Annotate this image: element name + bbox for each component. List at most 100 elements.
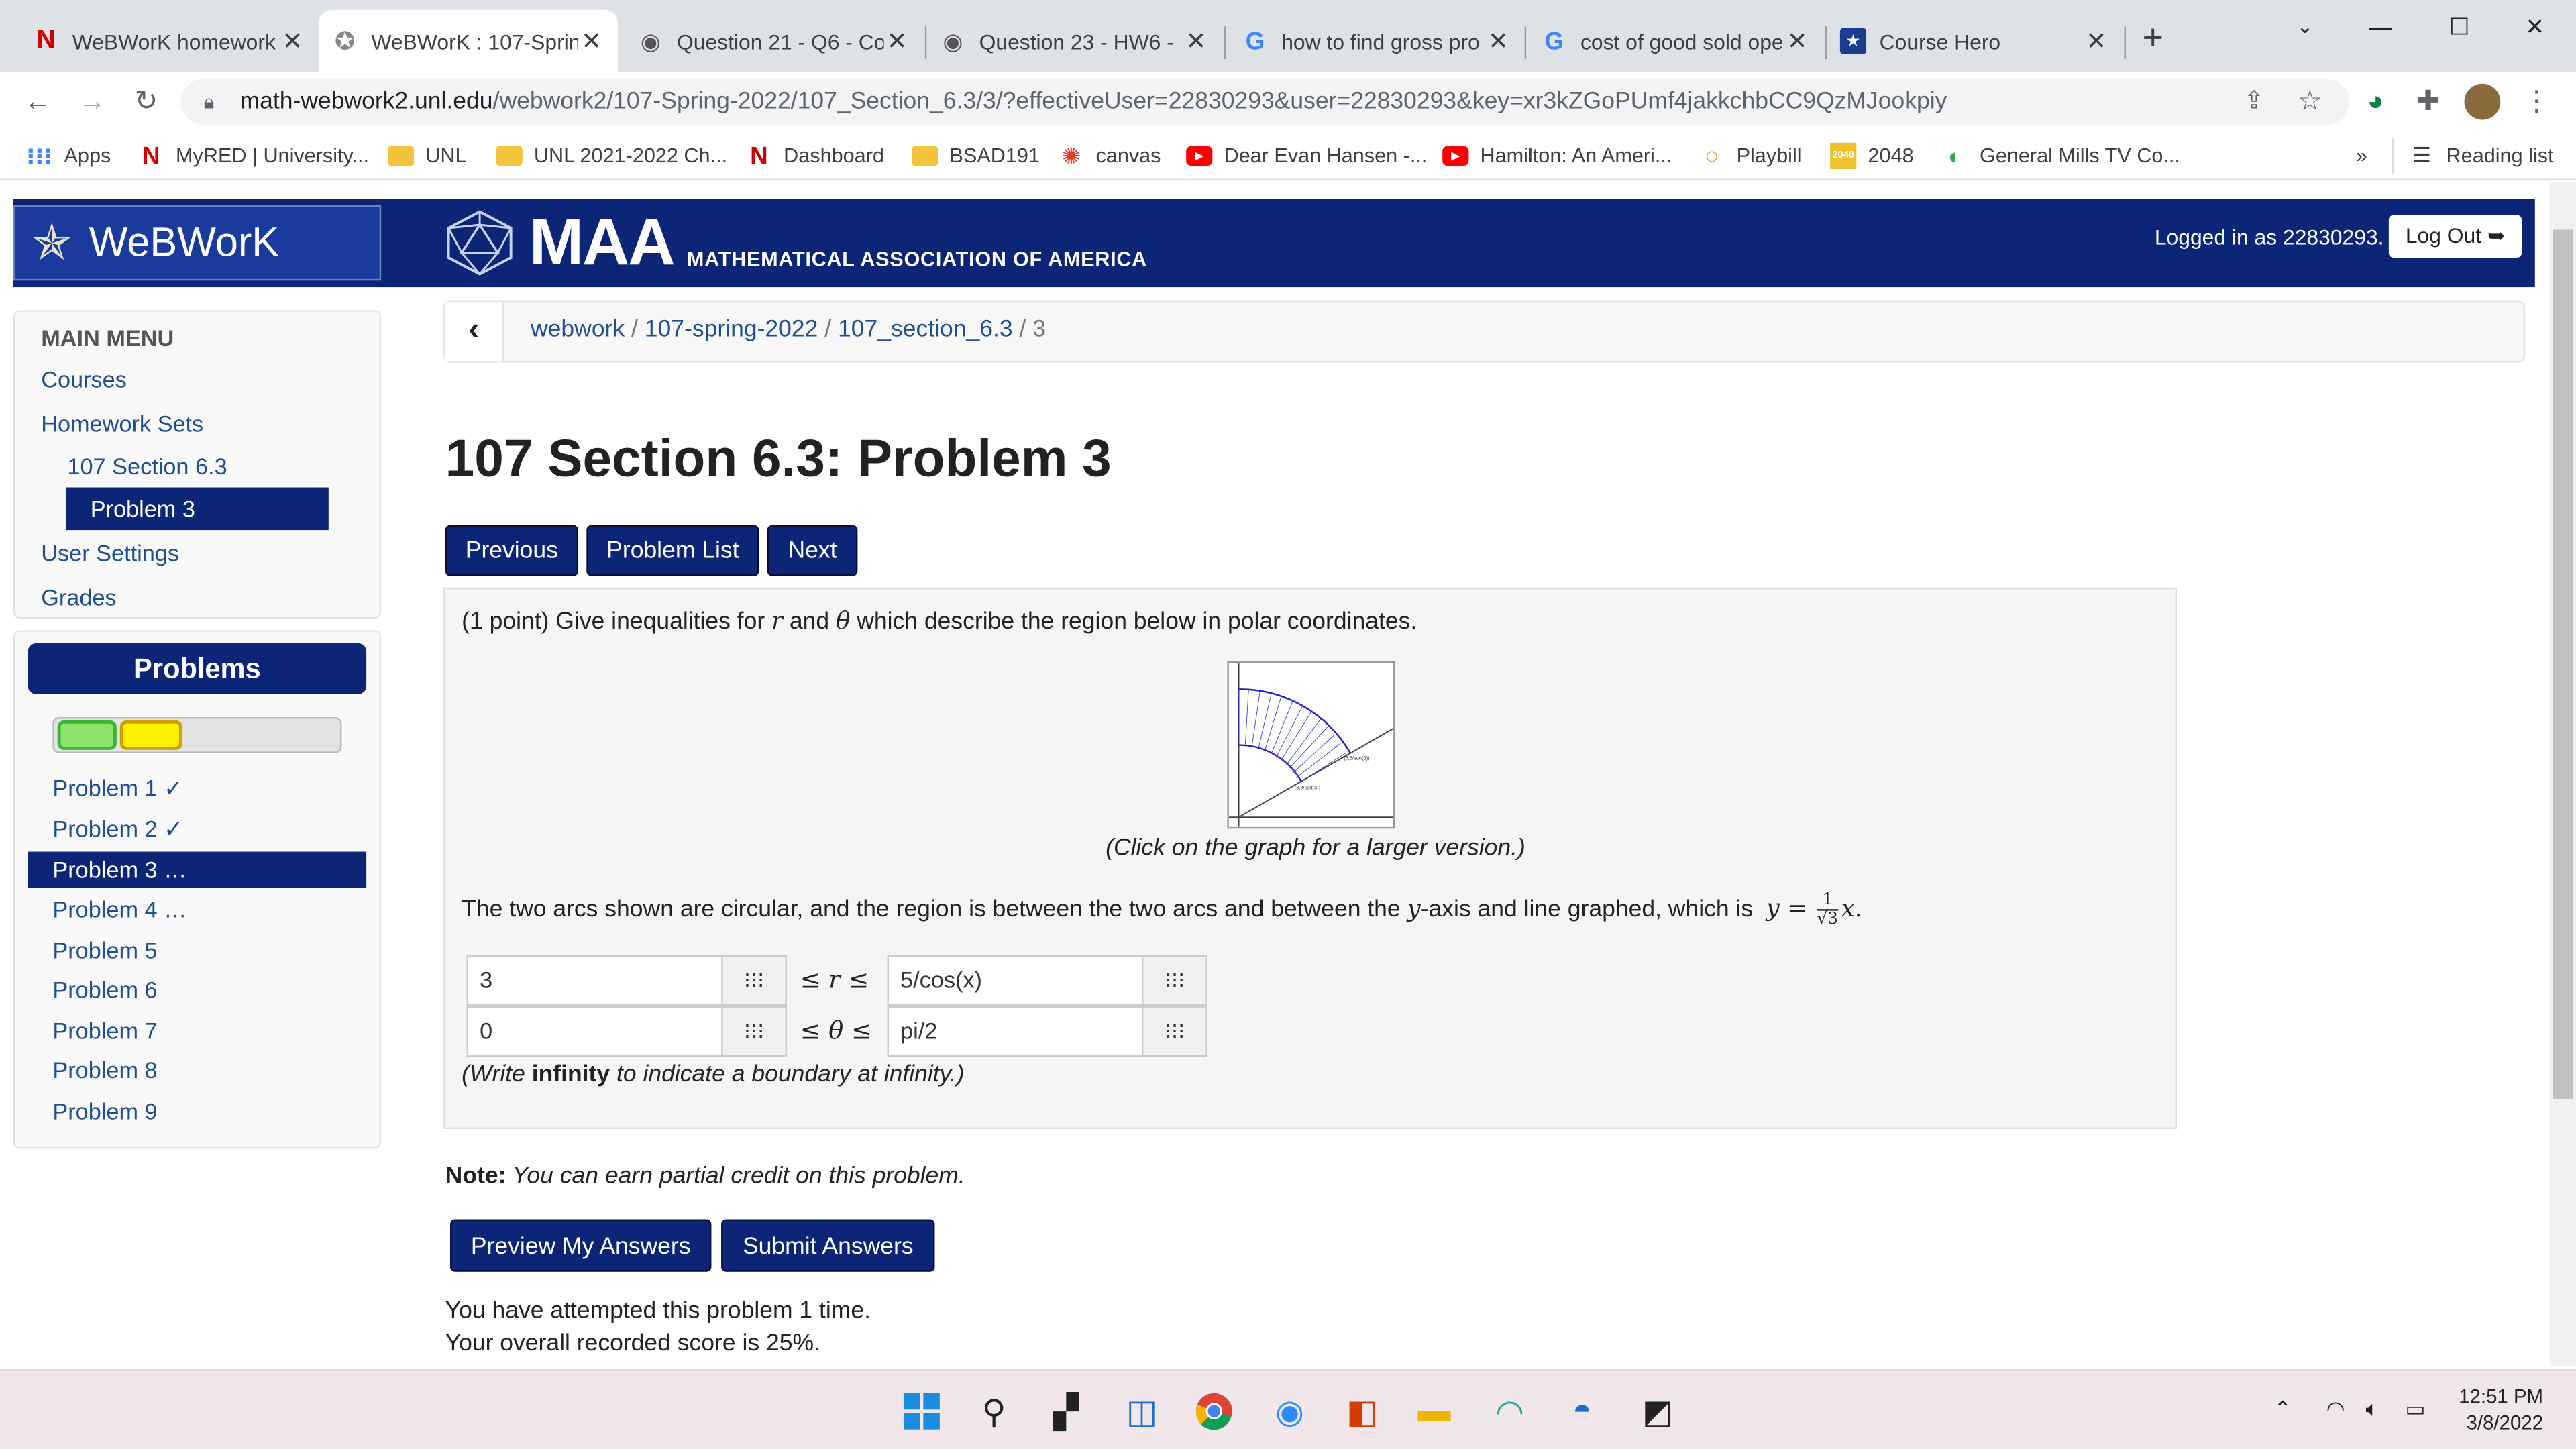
reading-list[interactable]: ☰ Reading list	[2408, 141, 2554, 170]
bookmark-apps[interactable]: ⁝⁝⁝ Apps	[26, 141, 111, 170]
canvas-icon: ✺	[1061, 142, 1081, 168]
task-view-icon[interactable]: ▞	[1042, 1387, 1091, 1436]
clock[interactable]: 12:51 PM 3/8/2022	[2459, 1383, 2543, 1436]
menu-dots-icon[interactable]: ⋮	[2520, 85, 2553, 118]
problem-link-4[interactable]: Problem 4 …	[28, 891, 366, 927]
tab-question-23[interactable]: ◉ Question 23 - HW6 - ✕	[926, 10, 1222, 72]
bookmark-hamilton[interactable]: ▶ Hamilton: An Ameri...	[1442, 141, 1672, 170]
search-icon[interactable]: ⚲	[969, 1387, 1018, 1436]
office-icon[interactable]: ◧	[1337, 1387, 1386, 1436]
logout-button[interactable]: Log Out ➥	[2389, 215, 2522, 258]
preview-answers-button[interactable]: Preview My Answers	[450, 1219, 712, 1272]
file-explorer-icon[interactable]: ▬	[1409, 1387, 1458, 1436]
menu-user-settings[interactable]: User Settings	[41, 540, 179, 566]
app-active-icon[interactable]: ◓	[1558, 1387, 1607, 1436]
problem-list-button[interactable]: Problem List	[586, 525, 759, 576]
window-close-icon[interactable]: ✕	[2497, 0, 2573, 52]
tab-course-hero[interactable]: ★ Course Hero ✕	[1827, 10, 2123, 72]
equation-editor-icon[interactable]: ⁝⁝⁝	[1142, 1006, 1208, 1057]
address-bar[interactable]: 🔒︎ math-webwork2.unl.edu/webwork2/107-Sp…	[180, 78, 2350, 125]
bookmark-2048[interactable]: 2048 2048	[1830, 141, 1914, 170]
problem-link-5[interactable]: Problem 5	[28, 932, 366, 968]
minimize-icon[interactable]: —	[2343, 0, 2418, 52]
zoom-icon[interactable]: ◉	[1265, 1387, 1314, 1436]
windows-start-icon[interactable]	[897, 1387, 946, 1436]
tab-google-cost-goods[interactable]: G cost of good sold ope ✕	[1528, 10, 1824, 72]
bookmark-star-icon[interactable]: ☆	[2294, 85, 2326, 118]
polar-region-graph[interactable]: (5,5/sqrt(3)) (3,3/sqrt(3))	[1227, 661, 1395, 829]
close-icon[interactable]: ✕	[1485, 26, 1511, 56]
wifi-icon[interactable]: ◠	[2326, 1397, 2345, 1423]
globe-icon: ◉	[640, 27, 661, 54]
app-icon[interactable]: ◠	[1485, 1387, 1534, 1436]
submit-answers-button[interactable]: Submit Answers	[721, 1219, 935, 1272]
equation-editor-icon[interactable]: ⁝⁝⁝	[721, 955, 788, 1006]
reload-icon[interactable]: ↻	[129, 85, 162, 118]
avatar[interactable]	[2464, 83, 2501, 120]
problem-link-6[interactable]: Problem 6	[28, 971, 366, 1008]
problem-link-3[interactable]: Problem 3 …	[28, 851, 367, 888]
forward-arrow-icon[interactable]: →	[76, 85, 109, 118]
extension-icon[interactable]: ◕	[2359, 85, 2392, 118]
next-button[interactable]: Next	[767, 525, 858, 576]
sticky-notes-icon[interactable]: ◩	[1633, 1387, 1682, 1436]
webwork-logo[interactable]: ✯ WeBWorK	[13, 205, 382, 281]
puzzle-icon[interactable]: ✚	[2412, 85, 2445, 118]
menu-problem-active[interactable]: Problem 3	[65, 487, 329, 531]
problem-link-9[interactable]: Problem 9	[28, 1093, 366, 1129]
bookmark-dear-evan[interactable]: ▶ Dear Evan Hansen -...	[1186, 141, 1427, 170]
close-icon[interactable]: ✕	[2083, 26, 2109, 56]
close-icon[interactable]: ✕	[279, 26, 305, 56]
folder-icon	[387, 146, 415, 166]
tab-question-21[interactable]: ◉ Question 21 - Q6 - Co ✕	[625, 10, 924, 72]
r-upper-input[interactable]: 5/cos(x)	[887, 955, 1144, 1006]
bookmark-playbill[interactable]: ○ Playbill	[1699, 141, 1802, 170]
crumb-course[interactable]: 107-spring-2022	[645, 317, 818, 343]
tray-chevron-icon[interactable]: ⌃	[2273, 1397, 2292, 1423]
scrollbar-thumb[interactable]	[2553, 229, 2573, 1099]
theta-lower-input[interactable]: 0	[466, 1006, 723, 1057]
previous-button[interactable]: Previous	[445, 525, 579, 576]
tab-google-gross-profit[interactable]: G how to find gross pro ✕	[1229, 10, 1525, 72]
maximize-icon[interactable]: ☐	[2422, 0, 2498, 52]
close-icon[interactable]: ✕	[1183, 26, 1209, 56]
chrome-icon[interactable]	[1189, 1387, 1238, 1436]
crumb-set[interactable]: 107_section_6.3	[838, 317, 1013, 343]
close-icon[interactable]: ✕	[884, 26, 910, 56]
widgets-icon[interactable]: ◫	[1117, 1387, 1166, 1436]
tab-webwork-107[interactable]: ✪ WeBWorK : 107-Spring ✕	[319, 9, 618, 72]
problem-link-8[interactable]: Problem 8	[28, 1052, 366, 1088]
menu-section[interactable]: 107 Section 6.3	[67, 453, 227, 479]
bookmark-general-mills[interactable]: ◐ General Mills TV Co...	[1942, 141, 2180, 170]
close-icon[interactable]: ✕	[578, 26, 604, 56]
problem-link-7[interactable]: Problem 7	[28, 1012, 366, 1049]
menu-grades[interactable]: Grades	[41, 584, 116, 610]
theta-upper-input[interactable]: pi/2	[887, 1006, 1144, 1057]
bookmark-myred[interactable]: N MyRED | University...	[138, 141, 369, 170]
crumb-webwork[interactable]: webwork	[531, 317, 625, 343]
problem-link-1[interactable]: Problem 1 ✓	[28, 769, 366, 806]
problem-link-2[interactable]: Problem 2 ✓	[28, 810, 366, 847]
bookmark-bsad191[interactable]: BSAD191	[912, 141, 1040, 170]
bookmarks-overflow[interactable]: »	[2356, 141, 2367, 170]
equation-editor-icon[interactable]: ⁝⁝⁝	[721, 1006, 788, 1057]
menu-courses[interactable]: Courses	[41, 366, 127, 392]
bookmark-unl-2021[interactable]: UNL 2021-2022 Ch...	[496, 141, 727, 170]
tab-webwork-homework[interactable]: N WeBWorK homework ✕	[19, 10, 319, 72]
volume-icon[interactable]: 🔈︎	[2366, 1397, 2379, 1423]
tab-title: Question 21 - Q6 - Co	[676, 28, 884, 54]
r-lower-input[interactable]: 3	[466, 955, 723, 1006]
battery-icon[interactable]: ▭	[2405, 1397, 2425, 1423]
tab-search-icon[interactable]: ⌄	[2267, 0, 2343, 52]
chevron-left-icon[interactable]: ‹	[445, 302, 504, 362]
bookmark-canvas[interactable]: ✺ canvas	[1058, 141, 1161, 170]
close-icon[interactable]: ✕	[1784, 26, 1811, 56]
menu-homework-sets[interactable]: Homework Sets	[41, 411, 203, 437]
bookmark-unl[interactable]: UNL	[387, 141, 467, 170]
maa-logo[interactable]: MAA MATHEMATICAL ASSOCIATION OF AMERICA	[443, 202, 1147, 284]
back-arrow-icon[interactable]: ←	[21, 85, 54, 118]
bookmark-dashboard[interactable]: N Dashboard	[746, 141, 884, 170]
equation-editor-icon[interactable]: ⁝⁝⁝	[1142, 955, 1208, 1006]
share-icon[interactable]: ⇪	[2238, 85, 2271, 118]
new-tab-icon[interactable]: +	[2142, 19, 2163, 56]
